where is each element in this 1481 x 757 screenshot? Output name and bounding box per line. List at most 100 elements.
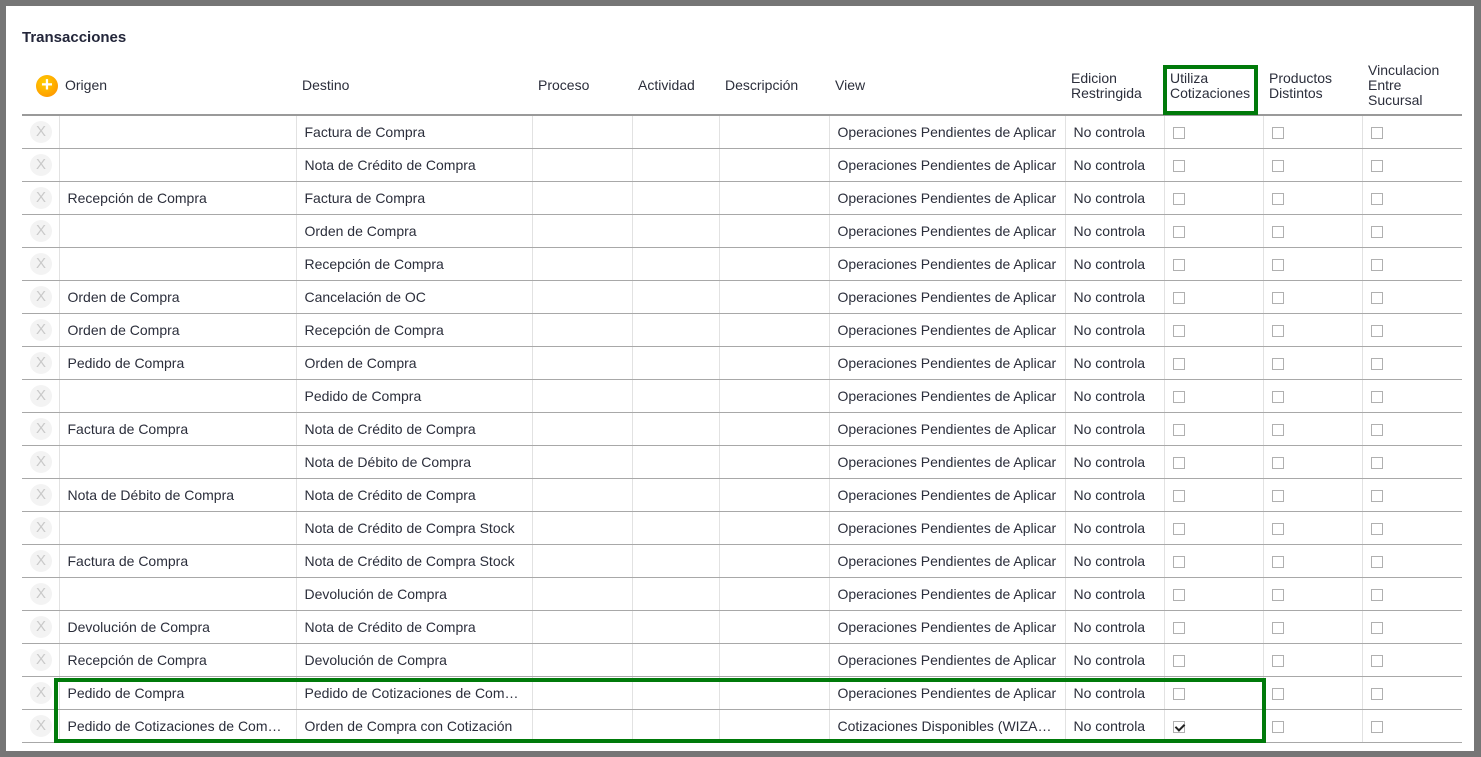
origen-cell[interactable]: Orden de Compra [58,280,296,314]
descripcion-cell[interactable] [718,709,829,743]
vinculacion-checkbox[interactable] [1370,258,1383,271]
descripcion-cell[interactable] [718,346,829,380]
vinculacion-checkbox[interactable] [1370,588,1383,601]
vinculacion-checkbox[interactable] [1370,654,1383,667]
descripcion-cell[interactable] [718,115,829,149]
origen-cell[interactable]: Orden de Compra [58,313,296,347]
vinculacion-checkbox[interactable] [1370,720,1383,733]
vinculacion-checkbox[interactable] [1370,687,1383,700]
actividad-cell[interactable] [631,181,719,215]
proceso-cell[interactable] [531,445,632,479]
delete-row-button[interactable]: X [30,615,52,638]
vinculacion-checkbox[interactable] [1370,456,1383,469]
edicion-cell[interactable]: No controla [1064,511,1164,545]
actividad-cell[interactable] [631,412,719,446]
edicion-cell[interactable]: No controla [1064,379,1164,413]
actividad-cell[interactable] [631,676,719,710]
descripcion-cell[interactable] [718,214,829,248]
descripcion-cell[interactable] [718,280,829,314]
descripcion-cell[interactable] [718,478,829,512]
destino-cell[interactable]: Orden de Compra [295,214,532,248]
destino-cell[interactable]: Pedido de Compra [295,379,532,413]
add-row-button[interactable]: + [36,74,58,97]
actividad-cell[interactable] [631,445,719,479]
utiliza-checkbox[interactable] [1172,522,1185,535]
descripcion-cell[interactable] [718,247,829,281]
descripcion-cell[interactable] [718,148,829,182]
origen-cell[interactable] [58,379,296,413]
vinculacion-checkbox[interactable] [1370,225,1383,238]
utiliza-checkbox[interactable] [1172,621,1185,634]
delete-row-button[interactable]: X [30,648,52,671]
vinculacion-checkbox[interactable] [1370,423,1383,436]
utiliza-checkbox[interactable] [1172,687,1185,700]
proceso-cell[interactable] [531,247,632,281]
actividad-cell[interactable] [631,346,719,380]
productos-checkbox[interactable] [1271,127,1284,140]
descripcion-cell[interactable] [718,511,829,545]
view-cell[interactable]: Operaciones Pendientes de Aplicar [828,544,1065,578]
view-cell[interactable]: Operaciones Pendientes de Aplicar [828,247,1065,281]
origen-cell[interactable] [58,247,296,281]
productos-checkbox[interactable] [1271,522,1284,535]
actividad-cell[interactable] [631,313,719,347]
delete-row-button[interactable]: X [30,153,52,176]
destino-cell[interactable]: Devolución de Compra [295,577,532,611]
proceso-cell[interactable] [531,115,632,149]
descripcion-cell[interactable] [718,445,829,479]
proceso-cell[interactable] [531,643,632,677]
delete-row-button[interactable]: X [30,450,52,473]
vinculacion-checkbox[interactable] [1370,390,1383,403]
utiliza-checkbox[interactable] [1172,324,1185,337]
origen-cell[interactable] [58,511,296,545]
utiliza-checkbox[interactable] [1172,489,1185,502]
edicion-cell[interactable]: No controla [1064,214,1164,248]
edicion-cell[interactable]: No controla [1064,346,1164,380]
proceso-cell[interactable] [531,709,632,743]
descripcion-cell[interactable] [718,544,829,578]
view-cell[interactable]: Operaciones Pendientes de Aplicar [828,379,1065,413]
productos-checkbox[interactable] [1271,456,1284,469]
actividad-cell[interactable] [631,280,719,314]
utiliza-checkbox[interactable] [1172,127,1185,140]
edicion-cell[interactable]: No controla [1064,445,1164,479]
delete-row-button[interactable]: X [30,549,52,572]
vinculacion-checkbox[interactable] [1370,621,1383,634]
origen-cell[interactable] [58,148,296,182]
proceso-cell[interactable] [531,577,632,611]
proceso-cell[interactable] [531,610,632,644]
productos-checkbox[interactable] [1271,225,1284,238]
edicion-cell[interactable]: No controla [1064,280,1164,314]
descripcion-cell[interactable] [718,610,829,644]
proceso-cell[interactable] [531,412,632,446]
origen-cell[interactable]: Pedido de Compra [58,676,296,710]
view-cell[interactable]: Operaciones Pendientes de Aplicar [828,676,1065,710]
actividad-cell[interactable] [631,511,719,545]
view-cell[interactable]: Operaciones Pendientes de Aplicar [828,511,1065,545]
edicion-cell[interactable]: No controla [1064,478,1164,512]
view-cell[interactable]: Operaciones Pendientes de Aplicar [828,610,1065,644]
proceso-cell[interactable] [531,676,632,710]
destino-cell[interactable]: Nota de Crédito de Compra [295,478,532,512]
view-cell[interactable]: Operaciones Pendientes de Aplicar [828,577,1065,611]
utiliza-checkbox[interactable] [1172,357,1185,370]
destino-cell[interactable]: Devolución de Compra [295,643,532,677]
productos-checkbox[interactable] [1271,192,1284,205]
vinculacion-checkbox[interactable] [1370,291,1383,304]
edicion-cell[interactable]: No controla [1064,115,1164,149]
view-cell[interactable]: Operaciones Pendientes de Aplicar [828,412,1065,446]
view-cell[interactable]: Operaciones Pendientes de Aplicar [828,181,1065,215]
actividad-cell[interactable] [631,247,719,281]
view-cell[interactable]: Operaciones Pendientes de Aplicar [828,214,1065,248]
actividad-cell[interactable] [631,544,719,578]
productos-checkbox[interactable] [1271,654,1284,667]
view-cell[interactable]: Operaciones Pendientes de Aplicar [828,115,1065,149]
edicion-cell[interactable]: No controla [1064,247,1164,281]
productos-checkbox[interactable] [1271,258,1284,271]
proceso-cell[interactable] [531,511,632,545]
edicion-cell[interactable]: No controla [1064,181,1164,215]
delete-row-button[interactable]: X [30,384,52,407]
view-cell[interactable]: Operaciones Pendientes de Aplicar [828,643,1065,677]
utiliza-checkbox[interactable] [1172,192,1185,205]
utiliza-checkbox[interactable] [1172,258,1185,271]
